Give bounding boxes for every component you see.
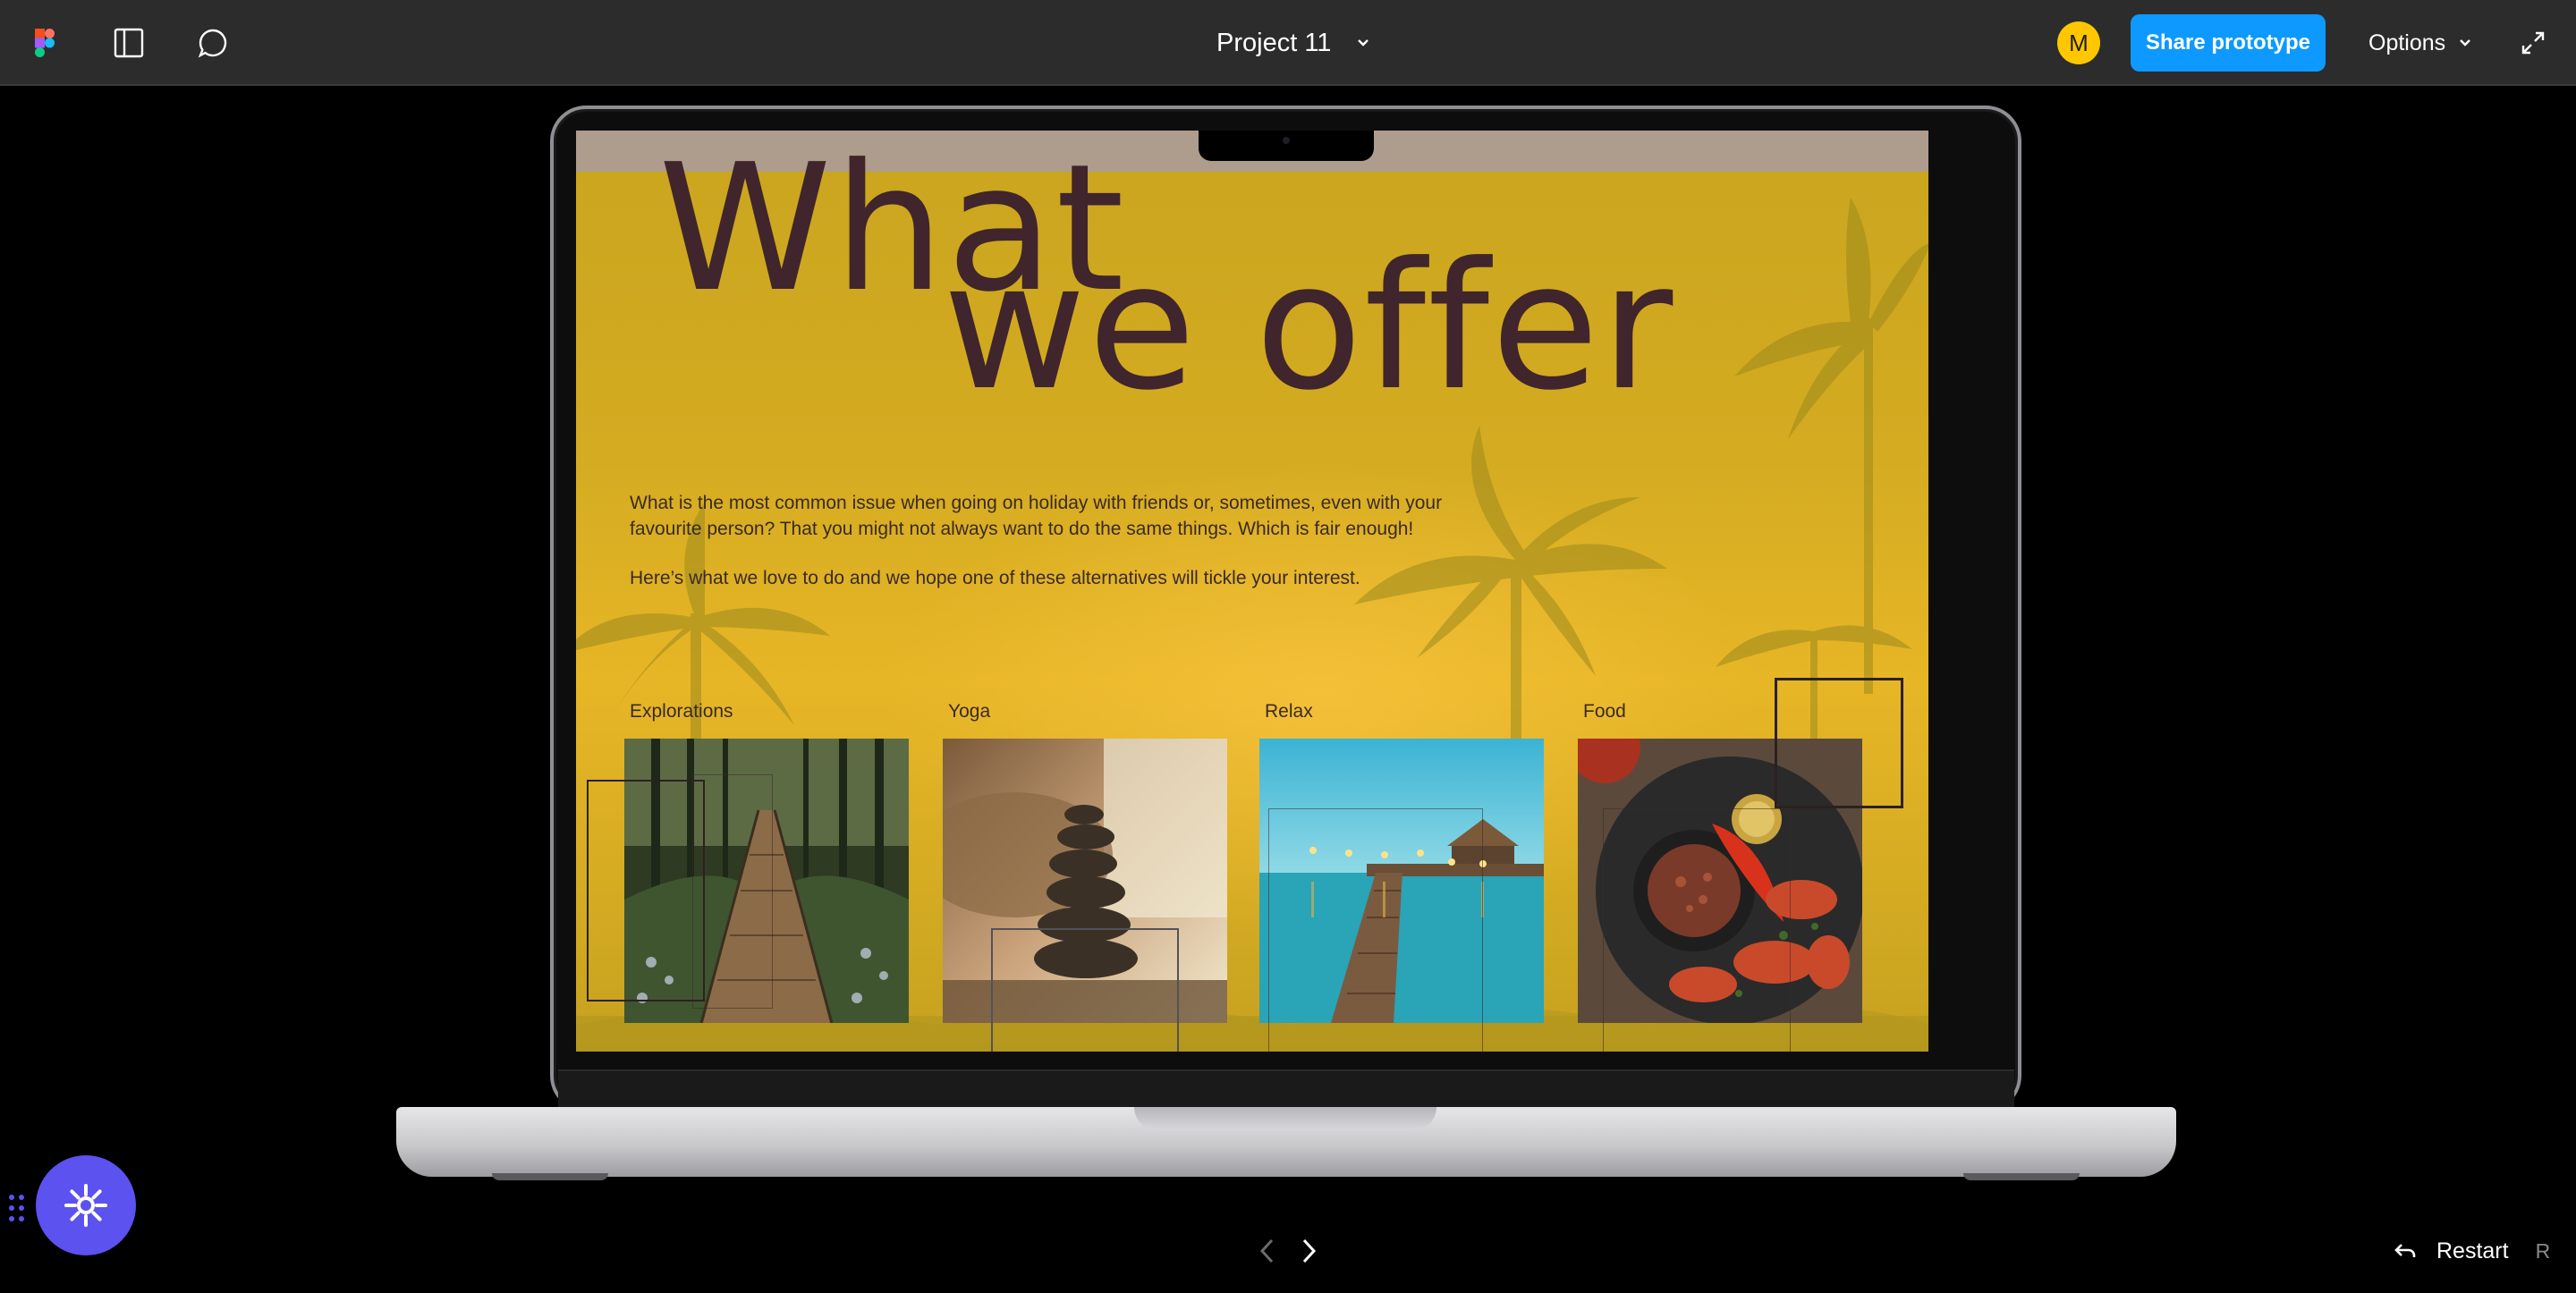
avatar[interactable]: M xyxy=(2057,21,2100,64)
previous-frame-button[interactable] xyxy=(1256,1236,1279,1266)
options-label: Options xyxy=(2368,30,2446,55)
category-label-yoga: Yoga xyxy=(948,701,991,722)
prototype-screen[interactable]: What we offer What is the most common is… xyxy=(576,131,1928,1052)
laptop-bezel-bottom xyxy=(558,1069,2014,1111)
decorative-frame xyxy=(587,780,705,1001)
decorative-frame xyxy=(1603,808,1791,1052)
chevron-left-icon xyxy=(1259,1238,1274,1263)
drag-handle-icon[interactable] xyxy=(7,1193,27,1223)
intro-paragraph: What is the most common issue when going… xyxy=(630,493,1443,539)
restart-label: Restart xyxy=(2436,1238,2509,1263)
restart-button[interactable]: Restart R xyxy=(2394,1236,2550,1266)
restart-arrow-icon xyxy=(2394,1244,2416,1257)
figma-logo-icon[interactable] xyxy=(23,21,66,64)
comment-icon[interactable] xyxy=(191,21,234,64)
chevron-down-icon xyxy=(1354,34,1372,52)
laptop-foot xyxy=(1963,1173,2080,1180)
decorative-frame xyxy=(1775,678,1903,808)
next-frame-button[interactable] xyxy=(1297,1236,1320,1266)
options-menu[interactable]: Options xyxy=(2368,23,2474,63)
project-title: Project 11 xyxy=(1216,29,1332,57)
share-prototype-button[interactable]: Share prototype xyxy=(2131,14,2326,72)
expand-icon[interactable] xyxy=(2512,21,2555,64)
intro-paragraph-2: Here’s what we love to do and we hope on… xyxy=(630,568,1360,588)
decorative-frame xyxy=(692,774,773,1009)
laptop-base-notch xyxy=(1134,1107,1436,1130)
laptop-foot xyxy=(492,1173,608,1180)
chevron-right-icon xyxy=(1302,1238,1317,1263)
prototype-toolbar: Project 11 M Share prototype Options xyxy=(0,0,2576,86)
sidebar-panel-icon[interactable] xyxy=(107,21,150,64)
restart-shortcut-key: R xyxy=(2535,1239,2551,1263)
category-label-relax: Relax xyxy=(1265,701,1313,722)
decorative-frame xyxy=(1268,808,1483,1052)
category-label-explorations: Explorations xyxy=(630,701,733,722)
category-label-food: Food xyxy=(1583,701,1626,722)
camera-icon xyxy=(1283,137,1290,144)
plugin-icon xyxy=(64,1184,107,1227)
project-title-menu[interactable]: Project 11 xyxy=(1216,23,1372,63)
headline-line-2: we offer xyxy=(943,225,1675,429)
plugin-button[interactable] xyxy=(36,1155,136,1255)
chevron-down-icon xyxy=(2456,34,2474,52)
decorative-frame xyxy=(991,928,1179,1052)
camera-notch xyxy=(1199,131,1374,161)
